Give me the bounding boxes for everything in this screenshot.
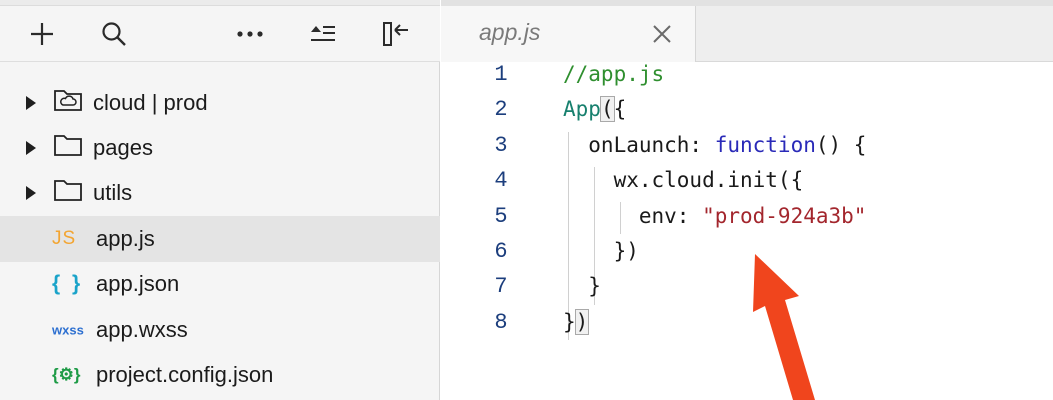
code-token: env: [563,203,703,228]
wxss-file-icon: wxss [52,322,84,338]
caret-right-icon[interactable] [26,186,36,201]
code-token: App [563,97,601,122]
code-line[interactable]: 5 env: "prod-924a3b" [441,204,1053,239]
tree-item-app-js[interactable]: JS app.js [0,216,440,262]
code-token: { [613,97,627,122]
file-explorer: cloud | prod pages utils JS app.js { } a… [0,0,440,400]
code-token: onLaunch: [563,132,715,157]
annotation-arrow [753,254,815,400]
line-number: 2 [494,97,508,123]
code-line[interactable]: 2 App({ [441,96,1053,132]
code-text: }) [563,239,639,263]
config-file-icon: {⚙} [52,365,81,385]
code-text: onLaunch: function() { [563,133,866,157]
tree-item-pages[interactable]: pages [0,125,440,170]
tab-title: app.js [479,19,541,45]
caret-right-icon[interactable] [26,95,36,110]
tree-item-label: app.wxss [96,316,188,342]
code-text: App({ [563,96,627,123]
tree-item-label: pages [93,135,153,161]
code-line[interactable]: 4 wx.cloud.init({ [441,168,1053,203]
collapse-all-icon[interactable] [305,16,341,52]
tree-item-label: project.config.json [96,362,274,388]
json-file-icon: { } [52,272,84,296]
line-number: 8 [494,309,508,335]
explorer-toolbar [0,6,440,62]
tree-item-label: app.js [96,225,155,251]
caret-right-icon[interactable] [26,141,36,156]
code-text: wx.cloud.init({ [563,168,804,193]
folder-icon [53,133,83,163]
code-token: } [563,309,576,334]
cloud-folder-icon [53,88,83,118]
code-token: //app.js [563,62,665,86]
tree-item-cloud-prod[interactable]: cloud | prod [0,80,440,125]
code-token: wx.cloud.init({ [563,168,804,193]
line-number: 5 [494,203,508,229]
code-text: }) [563,308,590,335]
js-file-icon: JS [52,227,77,249]
close-icon[interactable] [651,23,673,45]
line-number: 4 [494,168,508,194]
code-token: ) [574,308,590,335]
code-token: function [714,132,816,157]
more-icon[interactable] [232,16,268,52]
tree-item-utils[interactable]: utils [0,171,440,216]
code-text: } [563,274,601,298]
toggle-panel-icon[interactable] [378,16,414,52]
code-token: } [563,274,601,299]
plus-icon[interactable] [24,16,60,52]
search-icon[interactable] [96,16,132,52]
editor-tab-bar: app.js [441,0,1053,62]
code-text: //app.js [563,62,664,86]
code-text: env: "prod-924a3b" [563,203,867,228]
tab-app-js[interactable]: app.js [441,6,696,62]
folder-icon [53,178,83,208]
line-number: 3 [494,132,508,158]
tree-item-label: utils [93,180,133,206]
tree-item-app-json[interactable]: { } app.json [0,262,440,307]
code-line[interactable]: 3 onLaunch: function() { [441,133,1053,168]
line-number: 6 [494,239,508,264]
tree-item-label: app.json [96,271,180,297]
code-token: ( [599,96,615,123]
tree-item-label: cloud | prod [93,89,208,115]
line-number: 1 [494,62,508,87]
line-number: 7 [494,274,508,300]
code-token: () { [815,132,867,157]
tree-item-project-config[interactable]: {⚙} project.config.json [0,352,440,397]
code-token: "prod-924a3b" [702,203,867,228]
file-tree: cloud | prod pages utils JS app.js { } a… [0,80,440,398]
code-line[interactable]: 1 //app.js [441,62,1053,97]
code-token: }) [563,239,639,263]
tree-item-app-wxss[interactable]: wxss app.wxss [0,307,440,352]
